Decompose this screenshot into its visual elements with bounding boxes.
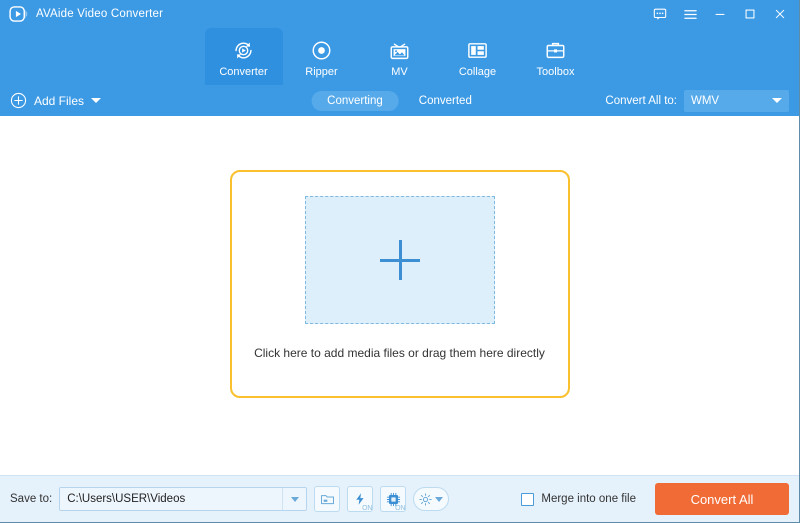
merge-label: Merge into one file (541, 493, 636, 505)
app-brand: AVAide Video Converter (0, 4, 163, 24)
play-logo-icon (9, 6, 28, 22)
chevron-down-icon (772, 98, 782, 103)
maximize-icon[interactable] (735, 1, 765, 27)
dropzone-hint: Click here to add media files or drag th… (254, 345, 545, 360)
gpu-acceleration-state: ON (395, 505, 406, 512)
tab-converter-label: Converter (219, 65, 268, 78)
media-dropzone[interactable]: Click here to add media files or drag th… (229, 169, 570, 398)
convert-all-to-label: Convert All to: (605, 94, 677, 107)
tab-ripper[interactable]: Ripper (283, 28, 361, 85)
main-canvas: Click here to add media files or drag th… (0, 116, 799, 475)
tab-converting[interactable]: Converting (311, 90, 399, 111)
action-toolbar: Add Files Converting Converted Convert A… (0, 85, 799, 116)
chevron-down-icon (435, 496, 444, 502)
chevron-down-icon[interactable] (91, 98, 102, 103)
collage-grid-icon (466, 39, 489, 63)
feedback-icon[interactable] (645, 1, 675, 27)
output-format-value: WMV (691, 94, 720, 107)
save-to-label: Save to: (10, 493, 53, 505)
convert-all-button[interactable]: Convert All (655, 483, 789, 515)
tab-ripper-label: Ripper (305, 65, 338, 78)
lightning-bolt-icon (356, 493, 364, 505)
settings-button[interactable] (413, 487, 450, 511)
save-path-input[interactable]: C:\Users\USER\Videos (59, 487, 308, 511)
app-title: AVAide Video Converter (36, 8, 164, 20)
hardware-acceleration-state: ON (362, 505, 373, 512)
hardware-acceleration-toggle[interactable]: ON (347, 486, 374, 512)
bottom-bar: Save to: C:\Users\USER\Videos ON ON Merg… (0, 475, 799, 522)
chevron-down-icon (290, 496, 299, 502)
plus-icon (379, 239, 420, 280)
tab-mv-label: MV (391, 65, 408, 78)
add-files-label: Add Files (34, 93, 85, 108)
tab-toolbox[interactable]: Toolbox (517, 28, 595, 85)
merge-into-one-file-toggle[interactable]: Merge into one file (521, 492, 636, 506)
tab-mv[interactable]: MV (361, 28, 439, 85)
converter-icon (232, 39, 255, 63)
title-bar: AVAide Video Converter (0, 0, 799, 28)
tab-collage-label: Collage (458, 65, 497, 78)
tab-converted[interactable]: Converted (403, 91, 488, 111)
tab-collage[interactable]: Collage (439, 28, 517, 85)
window-controls (645, 1, 799, 27)
merge-checkbox[interactable] (521, 492, 535, 506)
gear-icon (419, 492, 432, 506)
convert-all-to-group: Convert All to: WMV (605, 89, 789, 112)
save-path-value: C:\Users\USER\Videos (67, 493, 186, 505)
menu-icon[interactable] (675, 1, 705, 27)
dropzone-inner-area[interactable] (304, 195, 495, 324)
minimize-icon[interactable] (705, 1, 735, 27)
output-format-select[interactable]: WMV (684, 89, 789, 112)
save-path-dropdown[interactable] (282, 488, 306, 510)
plus-circle-icon (10, 92, 27, 109)
status-filter-tabs: Converting Converted (311, 90, 488, 111)
folder-icon (320, 494, 334, 504)
mv-tv-icon (388, 39, 411, 63)
ripper-disc-icon (310, 39, 333, 63)
close-icon[interactable] (765, 1, 795, 27)
tab-converter[interactable]: Converter (204, 28, 283, 85)
toolbox-briefcase-icon (544, 39, 567, 63)
gpu-acceleration-toggle[interactable]: ON (380, 486, 407, 512)
app-window: AVAide Video Converter Converter Ripper … (0, 0, 800, 523)
main-navigation: Converter Ripper MV Collage Toolbox (0, 28, 799, 85)
add-files-button[interactable]: Add Files (10, 92, 102, 109)
open-folder-button[interactable] (314, 486, 341, 512)
tab-toolbox-label: Toolbox (536, 65, 575, 78)
